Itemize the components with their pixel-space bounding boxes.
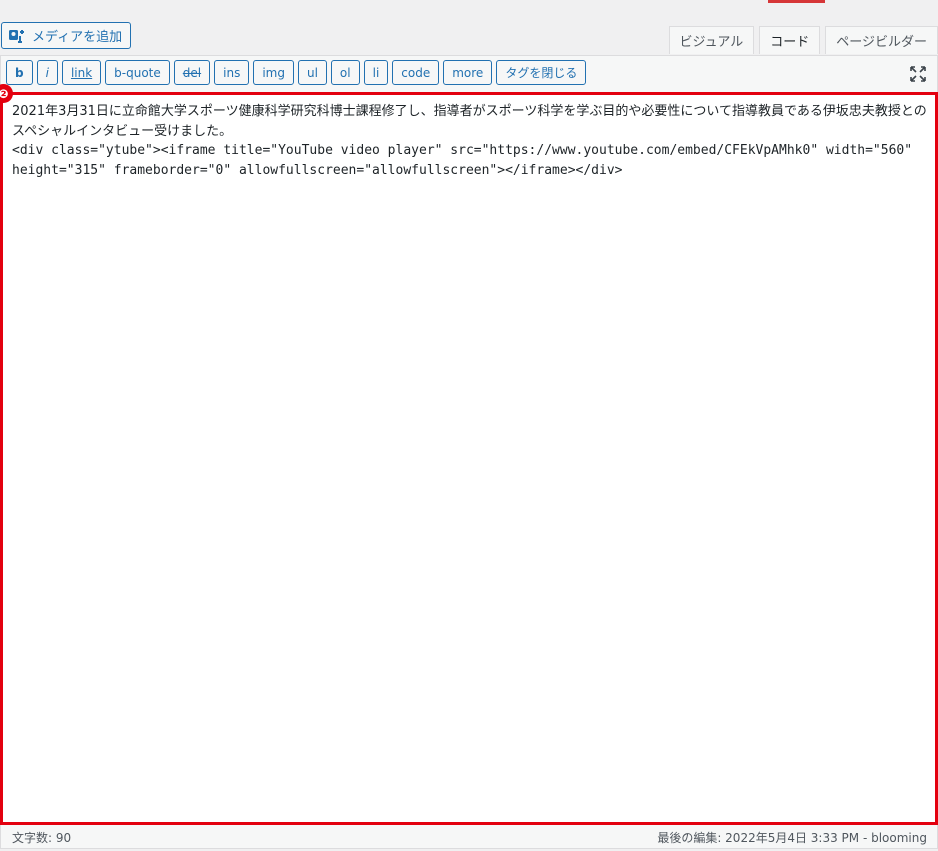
media-add-icon <box>9 29 24 43</box>
qt-code-button[interactable]: code <box>392 60 440 85</box>
tab-code[interactable]: コード <box>759 26 821 54</box>
qt-del-button[interactable]: del <box>173 60 211 85</box>
editor-line-embed: <div class="ytube"><iframe title="YouTub… <box>12 143 920 178</box>
add-media-label: メディアを追加 <box>32 30 123 45</box>
last-edited-info: 最後の編集: 2022年5月4日 3:33 PM - blooming <box>657 831 927 845</box>
qt-ol-button[interactable]: ol <box>330 60 360 85</box>
quicktags-toolbar: b i link b-quote del ins img ul ol li co… <box>0 55 938 92</box>
editor-status-bar: 文字数: 90 最後の編集: 2022年5月4日 3:33 PM - bloom… <box>0 825 938 849</box>
editor-line-text: 2021年3月31日に立命館大学スポーツ健康科学研究科博士課程修了し、指導者がス… <box>12 104 927 139</box>
qt-li-button[interactable]: li <box>363 60 389 85</box>
qt-img-button[interactable]: img <box>253 60 294 85</box>
add-media-button[interactable]: メディアを追加 <box>1 22 132 49</box>
editor-tabs: ビジュアル コード ページビルダー <box>664 26 938 54</box>
tab-page-builder[interactable]: ページビルダー <box>825 26 938 54</box>
qt-blockquote-button[interactable]: b-quote <box>105 60 170 85</box>
top-highlight-marker <box>768 0 825 3</box>
editor-content: 2021年3月31日に立命館大学スポーツ健康科学研究科博士課程修了し、指導者がス… <box>12 102 927 180</box>
qt-link-button[interactable]: link <box>61 60 102 85</box>
word-count: 文字数: 90 <box>12 831 72 845</box>
fullscreen-icon[interactable] <box>909 65 927 83</box>
qt-ul-button[interactable]: ul <box>297 60 327 85</box>
qt-bold-button[interactable]: b <box>6 60 33 85</box>
qt-ins-button[interactable]: ins <box>214 60 250 85</box>
qt-italic-button[interactable]: i <box>36 60 58 85</box>
qt-more-button[interactable]: more <box>443 60 493 85</box>
code-editor-textarea[interactable]: 2021年3月31日に立命館大学スポーツ健康科学研究科博士課程修了し、指導者がス… <box>0 92 938 825</box>
qt-close-tags-button[interactable]: タグを閉じる <box>496 60 587 85</box>
tab-visual[interactable]: ビジュアル <box>668 26 755 54</box>
